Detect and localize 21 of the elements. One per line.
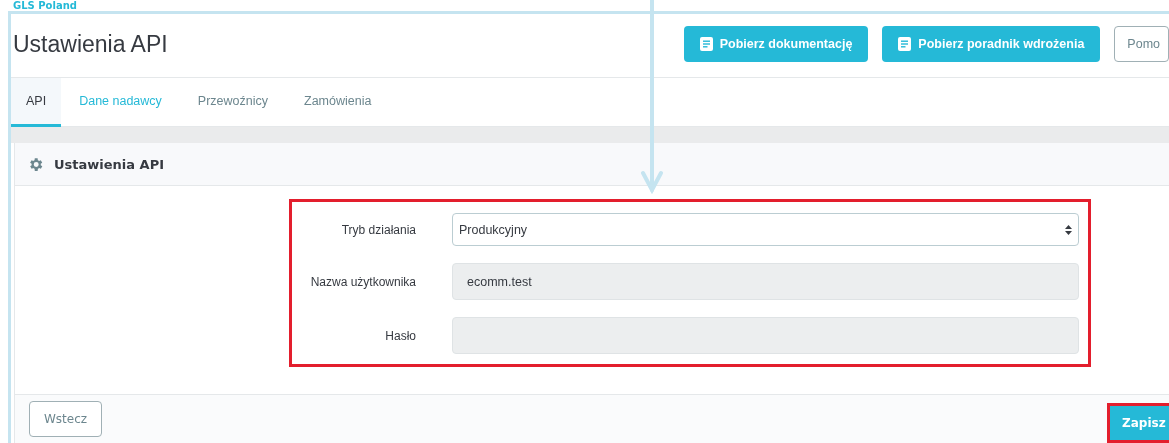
- help-button[interactable]: Pomo: [1114, 26, 1169, 62]
- back-button[interactable]: Wstecz: [29, 401, 103, 437]
- panel-title: Ustawienia API: [54, 156, 164, 172]
- breadcrumb[interactable]: GLS Poland: [13, 0, 77, 11]
- sort-caret-icon: [1065, 224, 1072, 235]
- tab[interactable]: Przewoźnicy: [179, 78, 287, 127]
- page-title: Ustawienia API: [13, 31, 168, 58]
- tab[interactable]: Dane nadawcy: [61, 78, 180, 127]
- settings-icon: [27, 155, 44, 173]
- field-label: Hasło: [384, 328, 416, 343]
- document-icon: [898, 37, 912, 51]
- field-label: Nazwa użytkownika: [309, 274, 416, 289]
- tab[interactable]: API: [11, 78, 62, 127]
- document-icon: [699, 37, 713, 51]
- field-label: Tryb działania: [340, 222, 416, 237]
- mode-select[interactable]: Produkcyjny: [452, 213, 1079, 246]
- download-button[interactable]: Pobierz poradnik wdrożenia: [882, 26, 1101, 62]
- save-button[interactable]: Zapisz: [1107, 403, 1169, 443]
- tab[interactable]: Zamówienia: [286, 78, 390, 127]
- download-button[interactable]: Pobierz dokumentację: [683, 26, 869, 62]
- input-field[interactable]: ecomm.test: [452, 263, 1079, 300]
